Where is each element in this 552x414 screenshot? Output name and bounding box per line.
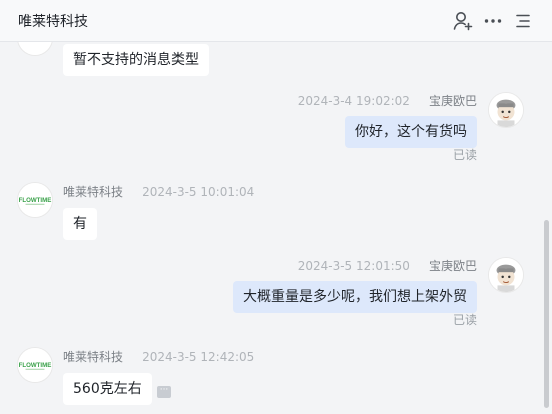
contact-avatar[interactable]: FLOWTIME: [17, 347, 53, 383]
read-status: 已读: [452, 148, 477, 162]
sender-name: 宝庚欧巴: [428, 259, 477, 273]
message-meta: 2024-3-5 12:01:50 宝庚欧巴: [298, 257, 477, 274]
add-user-icon[interactable]: [451, 9, 475, 33]
message-list[interactable]: 暂不支持的消息类型 2024-3-4 19:02:02 宝庚欧巴 你好，这个有货…: [0, 42, 552, 414]
read-status: 已读: [452, 313, 477, 327]
logo-text: FLOWTIME: [19, 362, 52, 369]
sender-name: 唯莱特科技: [63, 350, 124, 364]
menu-icon[interactable]: [511, 9, 535, 33]
user-avatar[interactable]: [488, 92, 524, 128]
message-meta: 唯莱特科技 2024-3-5 12:42:05: [63, 348, 254, 365]
message-text: 560克左右: [73, 381, 142, 397]
message-time: 2024-3-5 12:42:05: [142, 350, 255, 364]
message-text: 有: [73, 216, 87, 232]
contact-avatar[interactable]: [17, 42, 53, 56]
user-avatar[interactable]: [488, 257, 524, 293]
chat-title: 唯莱特科技: [18, 14, 88, 30]
message-bubble[interactable]: 大概重量是多少呢，我们想上架外贸: [233, 281, 477, 313]
message-more-icon[interactable]: ···: [157, 386, 171, 398]
message-meta: 2024-3-4 19:02:02 宝庚欧巴: [298, 92, 477, 109]
message-time: 2024-3-4 19:02:02: [297, 94, 410, 108]
message-bubble[interactable]: 你好，这个有货吗: [345, 116, 477, 148]
contact-avatar[interactable]: FLOWTIME: [17, 182, 53, 218]
message-meta: 唯莱特科技 2024-3-5 10:01:04: [63, 183, 254, 200]
chat-header: 唯莱特科技: [0, 0, 552, 42]
more-icon[interactable]: [481, 9, 505, 33]
message-bubble[interactable]: 暂不支持的消息类型: [63, 44, 209, 76]
message-text: 你好，这个有货吗: [355, 124, 467, 140]
message-text: 暂不支持的消息类型: [73, 52, 199, 68]
message-time: 2024-3-5 12:01:50: [297, 259, 410, 273]
message-time: 2024-3-5 10:01:04: [142, 185, 255, 199]
sender-name: 唯莱特科技: [63, 185, 124, 199]
message-bubble[interactable]: 560克左右: [63, 373, 152, 405]
sender-name: 宝庚欧巴: [428, 94, 477, 108]
message-bubble[interactable]: 有: [63, 208, 97, 240]
scrollbar[interactable]: [544, 220, 549, 408]
logo-text: FLOWTIME: [19, 197, 52, 204]
message-text: 大概重量是多少呢，我们想上架外贸: [243, 289, 467, 305]
